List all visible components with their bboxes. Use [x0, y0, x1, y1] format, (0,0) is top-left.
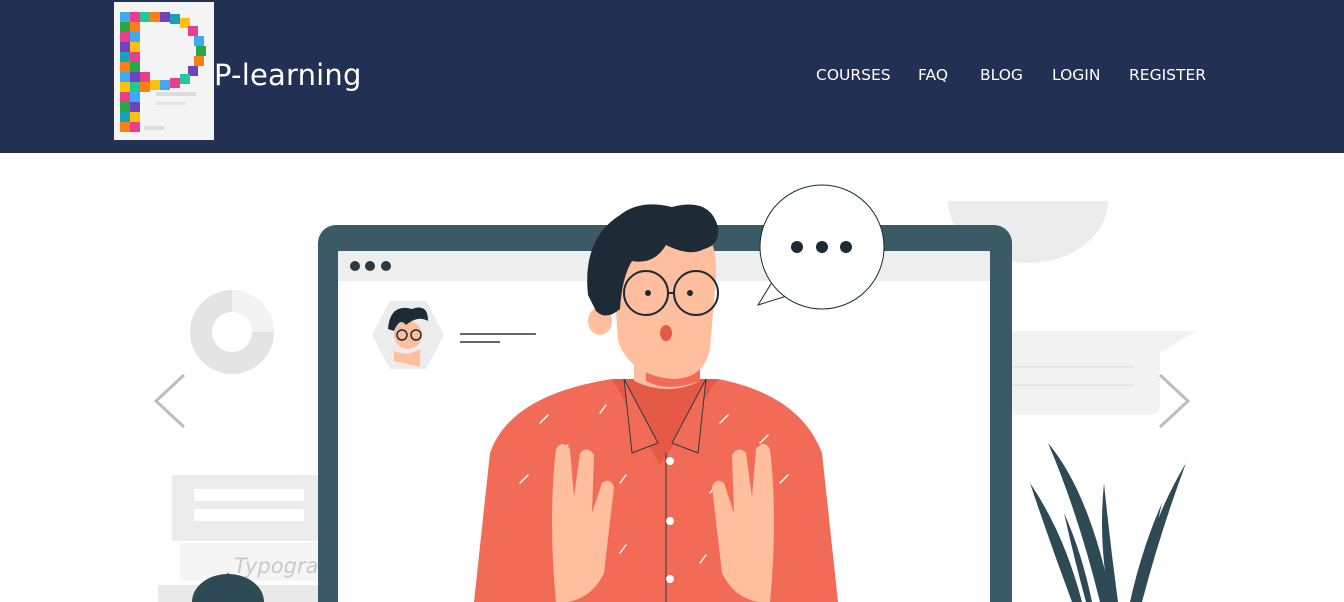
main-nav: COURSES FAQ BLOG LOGIN REGISTER	[0, 66, 1344, 90]
chevron-right-icon	[1158, 373, 1191, 429]
plant-illustration	[1030, 443, 1186, 602]
navbar: P-learning COURSES FAQ BLOG LOGIN REGIST…	[0, 0, 1344, 153]
nav-register[interactable]: REGISTER	[1129, 66, 1206, 84]
book-text: Typogra	[234, 554, 318, 578]
carousel-prev-button[interactable]	[150, 371, 190, 431]
hero-illustration: Typogra	[158, 184, 1196, 602]
nav-blog[interactable]: BLOG	[980, 66, 1023, 84]
hero-carousel: Typogra	[0, 153, 1344, 602]
donut-chart-decoration	[190, 290, 274, 374]
nav-login[interactable]: LOGIN	[1052, 66, 1100, 84]
nav-courses[interactable]: COURSES	[816, 66, 891, 84]
speech-bubble-icon	[756, 184, 885, 310]
carousel-next-button[interactable]	[1154, 371, 1194, 431]
chevron-left-icon	[153, 373, 186, 429]
nav-faq[interactable]: FAQ	[918, 66, 948, 84]
